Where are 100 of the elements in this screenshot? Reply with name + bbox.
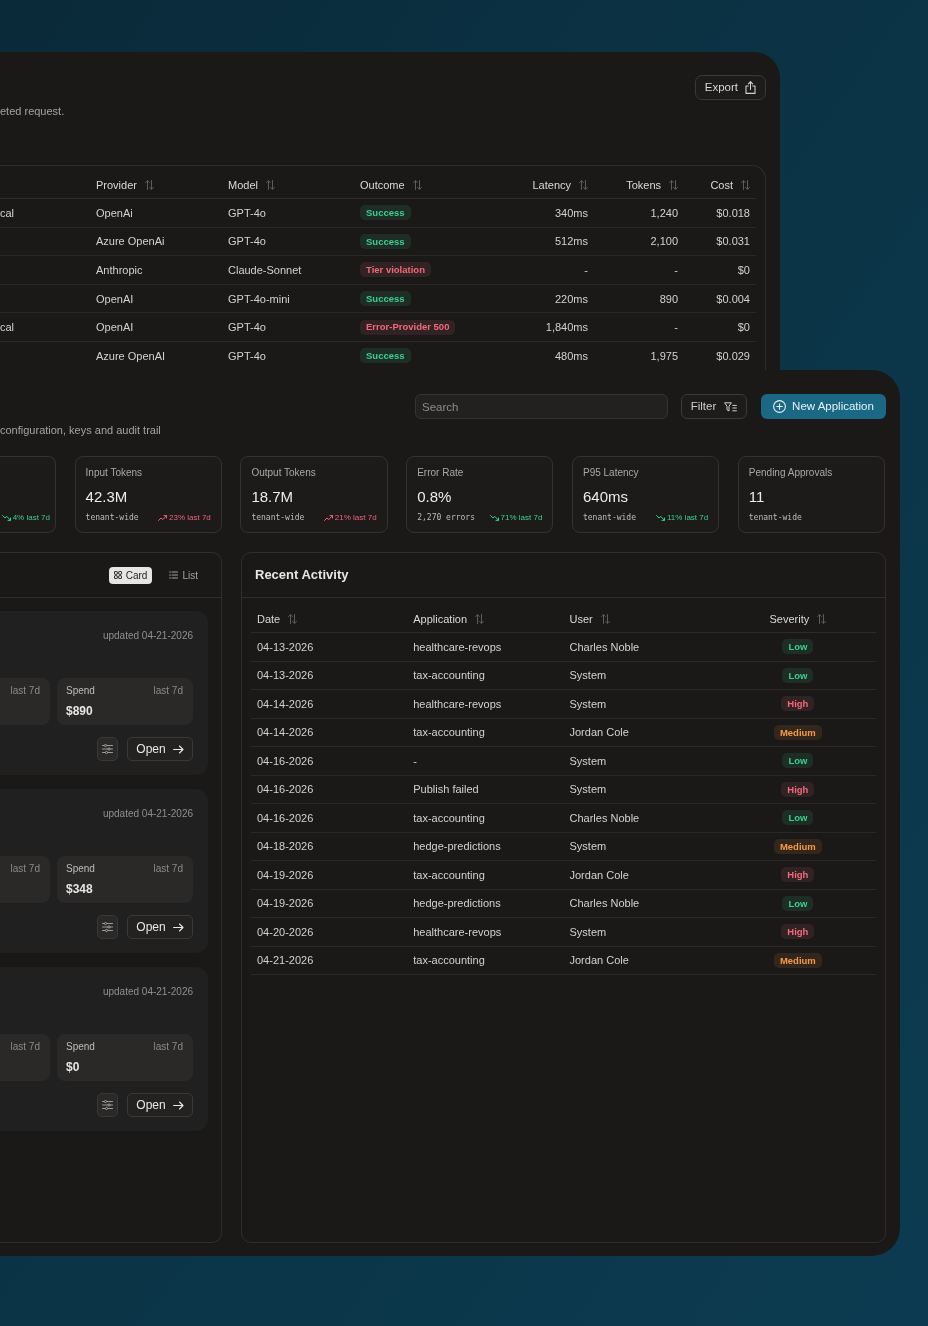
panel-title: Recent Activity bbox=[255, 567, 349, 583]
open-button[interactable]: Open bbox=[127, 737, 193, 761]
arrow-right-icon bbox=[172, 744, 184, 754]
table-cell: 04-19-2026 bbox=[257, 896, 314, 911]
stat-label: Input Tokens bbox=[85, 466, 144, 479]
new-application-button[interactable]: New Application bbox=[761, 394, 886, 419]
column-header[interactable]: Latency bbox=[532, 178, 588, 192]
table-cell: 04-13-2026 bbox=[257, 668, 314, 683]
table-cell: 04-14-2026 bbox=[257, 725, 314, 740]
open-button[interactable]: Open bbox=[127, 1093, 193, 1117]
table-cell: 04-16-2026 bbox=[257, 810, 314, 825]
metric-period: last 7d bbox=[153, 685, 183, 697]
open-button[interactable]: Open bbox=[127, 915, 193, 939]
severity-badge: Medium bbox=[773, 724, 822, 740]
metric-period: last 7d bbox=[10, 685, 40, 697]
table-cell: Publish failed bbox=[413, 782, 479, 797]
updated-date: updated 04-21-2026 bbox=[102, 986, 193, 998]
column-header[interactable]: Model bbox=[228, 178, 275, 192]
table-cell: System bbox=[569, 924, 607, 939]
settings-button[interactable] bbox=[97, 915, 118, 939]
table-cell: - bbox=[584, 263, 588, 277]
column-header[interactable]: Severity bbox=[769, 611, 827, 626]
metric-period: last 7d bbox=[10, 863, 40, 875]
sliders-icon bbox=[102, 1100, 113, 1110]
table-cell: GPT-4o bbox=[228, 348, 266, 363]
column-header[interactable]: Application bbox=[413, 611, 485, 626]
column-header[interactable]: User bbox=[569, 611, 610, 626]
table-cell: tax-accounting bbox=[413, 810, 485, 825]
column-header[interactable]: Tokens bbox=[626, 178, 678, 192]
sort-icon bbox=[669, 180, 678, 190]
table-cell: hedge-predictions bbox=[413, 896, 501, 911]
export-button[interactable]: Export bbox=[694, 75, 766, 100]
plus-circle-icon bbox=[773, 400, 787, 413]
column-header[interactable]: Cost bbox=[710, 178, 750, 192]
table-cell: 04-19-2026 bbox=[257, 867, 314, 882]
table-cell: Charles Noble bbox=[569, 896, 640, 911]
table-cell: System bbox=[569, 839, 607, 854]
table-cell: OpenAi bbox=[96, 205, 133, 220]
view-tab[interactable]: List bbox=[164, 566, 203, 584]
table-cell: $0 bbox=[737, 263, 750, 277]
settings-button[interactable] bbox=[97, 1093, 118, 1117]
severity-badge: Low bbox=[782, 639, 814, 655]
table-cell: healthcare-revops bbox=[413, 639, 502, 654]
settings-button[interactable] bbox=[97, 737, 118, 761]
table-cell: 04-21-2026 bbox=[257, 953, 314, 968]
view-tab[interactable]: Card bbox=[108, 566, 153, 584]
severity-badge: Low bbox=[782, 667, 814, 683]
subtitle-text: eted request. bbox=[0, 104, 66, 118]
severity-badge: Low bbox=[782, 810, 814, 826]
table-cell: Charles Noble bbox=[569, 810, 640, 825]
sort-icon bbox=[144, 180, 154, 190]
table-cell: tax-accounting bbox=[413, 668, 485, 683]
trend-text: 71% last 7d bbox=[500, 512, 543, 523]
table-cell: System bbox=[569, 696, 607, 711]
table-cell: Azure OpenAI bbox=[96, 348, 166, 363]
column-header[interactable]: Provider bbox=[96, 178, 154, 192]
table-cell: hedge-predictions bbox=[413, 839, 501, 854]
status-badge: Success bbox=[360, 291, 411, 307]
stat-note: 2,270 errors bbox=[417, 512, 475, 523]
severity-badge: Medium bbox=[773, 838, 822, 854]
share-icon bbox=[745, 81, 756, 94]
metric-period: last 7d bbox=[10, 1041, 40, 1053]
table-cell: $0.031 bbox=[716, 234, 750, 249]
trend-text: 4% last 7d bbox=[12, 512, 50, 523]
subtitle-text: configuration, keys and audit trail bbox=[0, 423, 162, 437]
severity-badge: Low bbox=[782, 753, 814, 769]
table-cell: 1,840ms bbox=[545, 320, 588, 335]
status-badge: Error-Provider 500 bbox=[360, 319, 456, 335]
column-header[interactable]: Outcome bbox=[360, 178, 422, 192]
table-cell: Jordan Cole bbox=[569, 867, 629, 882]
status-badge: Success bbox=[360, 205, 411, 221]
filter-icon bbox=[724, 401, 738, 412]
table-cell: System bbox=[569, 668, 607, 683]
sort-icon bbox=[265, 180, 275, 190]
arrow-right-icon bbox=[172, 1100, 184, 1110]
table-cell: 2,100 bbox=[650, 234, 678, 249]
search-field[interactable]: Search bbox=[415, 394, 668, 419]
metric-label: Spend bbox=[66, 685, 95, 697]
severity-badge: High bbox=[781, 867, 815, 883]
stat-note: tenant-wide bbox=[85, 512, 139, 523]
table-cell: 04-14-2026 bbox=[257, 696, 314, 711]
severity-badge: High bbox=[781, 924, 815, 940]
sliders-icon bbox=[102, 922, 113, 932]
arrow-right-icon bbox=[172, 922, 184, 932]
table-cell: Azure OpenAi bbox=[96, 234, 165, 249]
table-cell: OpenAI bbox=[96, 291, 134, 306]
stat-value: 42.3M bbox=[85, 488, 129, 506]
column-header[interactable]: Date bbox=[257, 611, 298, 626]
grid-icon bbox=[113, 571, 122, 579]
severity-badge: High bbox=[781, 696, 815, 712]
table-cell: $0.029 bbox=[716, 348, 750, 363]
table-cell: cal bbox=[0, 320, 15, 335]
table-cell: 04-20-2026 bbox=[257, 924, 314, 939]
table-cell: 04-16-2026 bbox=[257, 782, 314, 797]
table-cell: Jordan Cole bbox=[569, 953, 629, 968]
filter-button[interactable]: Filter bbox=[681, 394, 747, 419]
sort-icon bbox=[579, 180, 588, 190]
table-cell: - bbox=[413, 753, 417, 768]
table-cell: 04-13-2026 bbox=[257, 639, 314, 654]
table-cell: 220ms bbox=[554, 291, 588, 306]
